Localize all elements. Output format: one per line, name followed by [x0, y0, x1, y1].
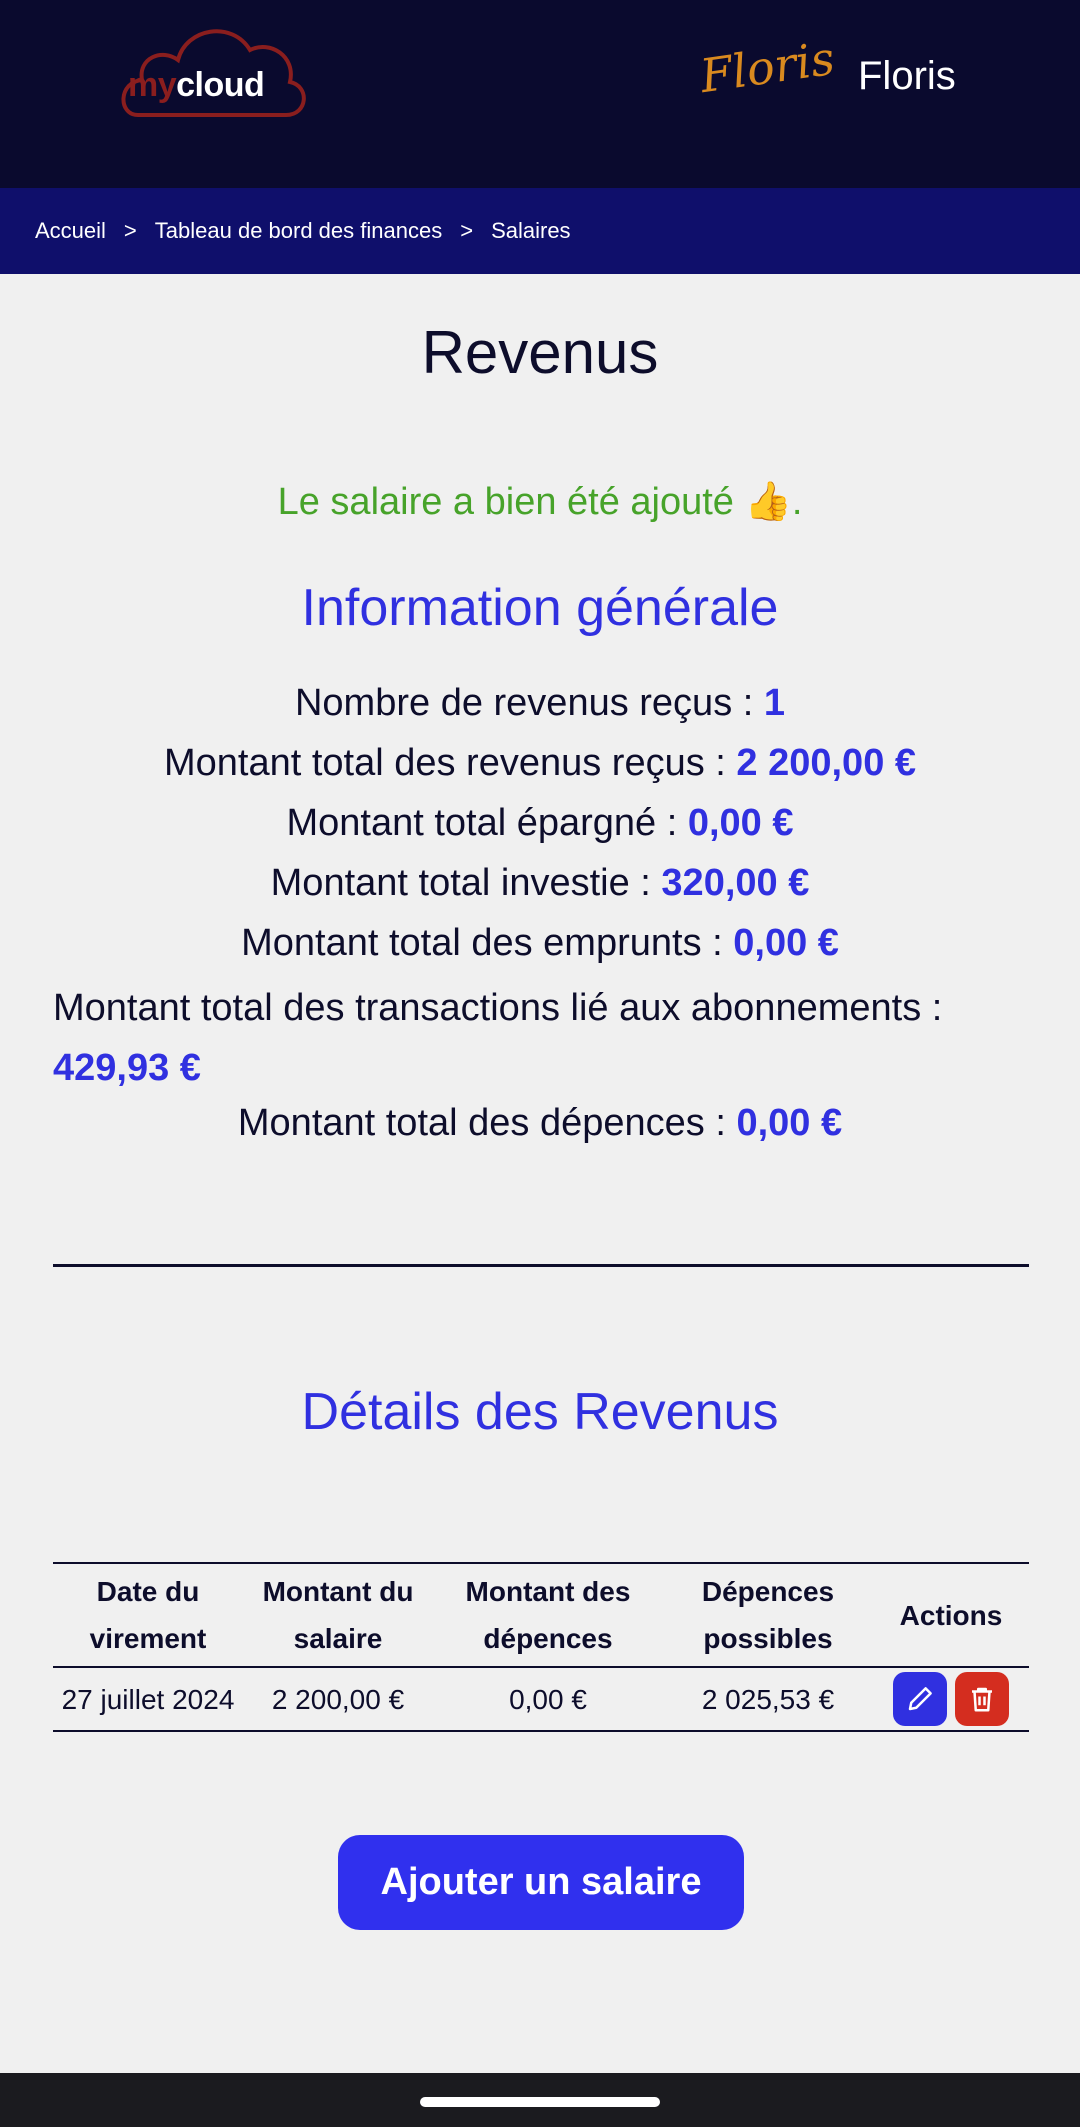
info-label: Montant total des dépences : [237, 1102, 737, 1144]
user-signature: Floris [696, 30, 838, 104]
info-label: Montant total épargné : [286, 802, 688, 844]
edit-button[interactable] [893, 1672, 947, 1726]
breadcrumb-home[interactable]: Accueil [35, 218, 106, 244]
cell-actions [873, 1667, 1029, 1732]
page-title: Revenus [421, 319, 659, 386]
col-actions: Actions [873, 1562, 1029, 1668]
cell-date: 27 juillet 2024 [53, 1667, 243, 1732]
info-line-total-expenses: Montant total des dépences : 0,00 € [0, 1102, 1080, 1145]
app-header: mycloud Floris Floris [0, 0, 1080, 188]
breadcrumb-finance-dashboard[interactable]: Tableau de bord des finances [155, 218, 442, 244]
info-value: 0,00 € [736, 1102, 843, 1144]
success-message: Le salaire a bien été ajouté 👍. [277, 481, 803, 523]
info-label: Montant total des transactions lié aux a… [53, 987, 943, 1029]
table-row: 27 juillet 2024 2 200,00 € 0,00 € 2 025,… [53, 1667, 1029, 1732]
info-label: Montant total investie : [270, 862, 662, 904]
info-label: Montant total des emprunts : [241, 922, 734, 964]
info-value: 0,00 € [733, 922, 839, 964]
col-possible-expenses: Dépences possibles [663, 1562, 873, 1668]
breadcrumb-salaries[interactable]: Salaires [491, 218, 570, 244]
breadcrumb-separator: > [460, 218, 474, 243]
col-expenses-amount: Montant des dépences [433, 1562, 663, 1668]
logo-cloud: cloud [176, 66, 265, 104]
info-value: 0,00 € [687, 802, 794, 844]
table-header-row: Date du virement Montant du salaire Mont… [53, 1562, 1029, 1668]
info-value: 429,93 € [53, 1047, 201, 1089]
info-line-total-income: Montant total des revenus reçus : 2 200,… [0, 742, 1080, 785]
info-value: 1 [763, 682, 786, 724]
breadcrumb-separator: > [123, 218, 137, 243]
cell-salary: 2 200,00 € [243, 1667, 433, 1732]
info-label: Nombre de revenus reçus : [294, 682, 764, 724]
cell-expenses: 0,00 € [433, 1667, 663, 1732]
breadcrumb: Accueil > Tableau de bord des finances >… [0, 188, 1080, 274]
info-label: Montant total des revenus reçus : [163, 742, 737, 784]
delete-button[interactable] [955, 1672, 1009, 1726]
user-name[interactable]: Floris [858, 54, 956, 99]
col-salary-amount: Montant du salaire [243, 1562, 433, 1668]
info-line-total-loans: Montant total des emprunts : 0,00 € [0, 922, 1080, 965]
trash-icon [972, 1687, 992, 1712]
info-line-subscriptions: Montant total des transactions lié aux a… [53, 978, 1033, 1098]
income-table: Date du virement Montant du salaire Mont… [53, 1562, 1029, 1732]
logo-my: my [128, 66, 177, 104]
info-value: 320,00 € [661, 862, 810, 904]
home-indicator[interactable] [420, 2097, 660, 2107]
col-transfer-date: Date du virement [53, 1562, 243, 1668]
info-line-income-count: Nombre de revenus reçus : 1 [0, 682, 1080, 725]
details-title: Détails des Revenus [301, 1383, 779, 1441]
info-value: 2 200,00 € [736, 742, 917, 784]
logo-text: mycloud [128, 66, 265, 105]
info-line-total-invested: Montant total investie : 320,00 € [0, 862, 1080, 905]
section-divider [53, 1264, 1029, 1267]
info-line-total-saved: Montant total épargné : 0,00 € [0, 802, 1080, 845]
edit-icon [908, 1687, 932, 1711]
add-salary-button[interactable]: Ajouter un salaire [338, 1835, 744, 1930]
cell-possible: 2 025,53 € [663, 1667, 873, 1732]
general-info-title: Information générale [301, 579, 779, 637]
